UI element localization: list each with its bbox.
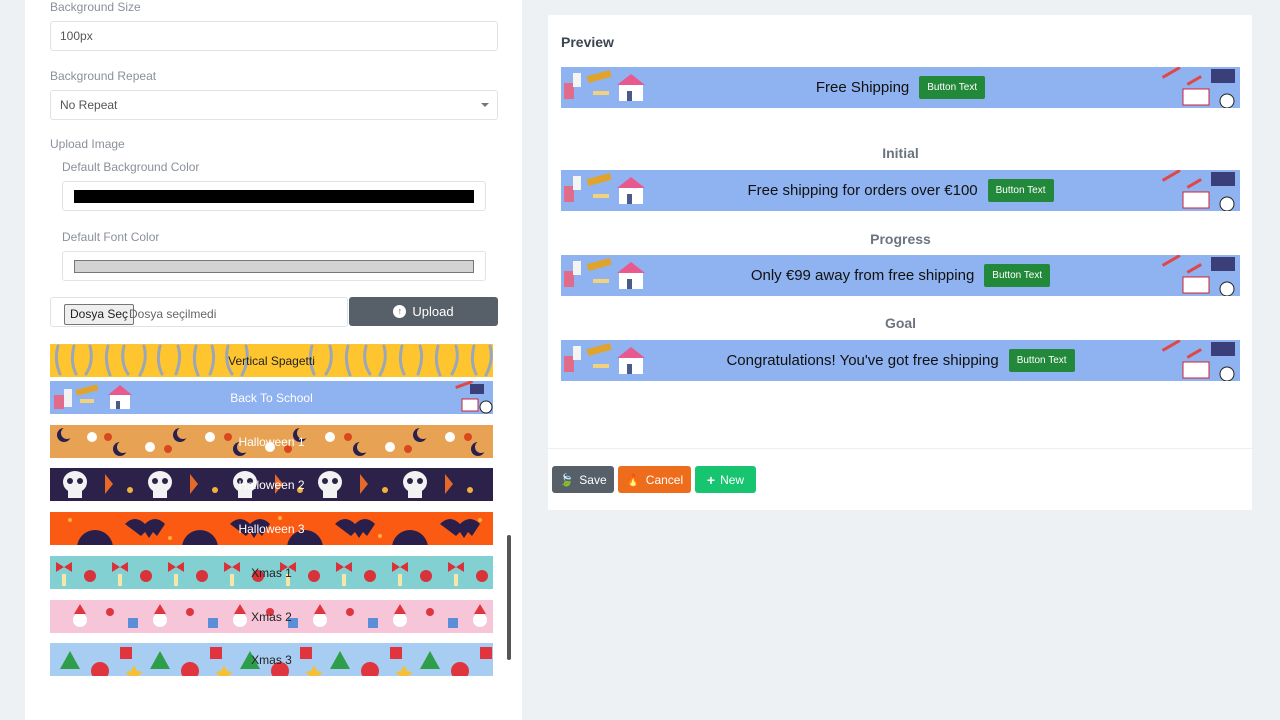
background-size-label: Background Size <box>50 0 141 14</box>
save-button[interactable]: 🍃 Save <box>552 466 614 493</box>
background-option-label: Xmas 3 <box>251 652 292 667</box>
default-bg-color-picker[interactable] <box>62 181 486 211</box>
background-option-halloween-3[interactable]: Halloween 3 <box>50 512 493 545</box>
banner-message: Free shipping for orders over €100 <box>747 182 978 199</box>
background-option-vertical-spagetti[interactable]: Vertical Spagetti <box>50 344 493 377</box>
preview-banner-progress: Only €99 away from free shipping Button … <box>561 255 1240 296</box>
initial-label: Initial <box>882 145 919 161</box>
preview-panel: Preview Free Shipping Button Text Initia… <box>548 15 1252 510</box>
upload-button[interactable]: ↑ Upload <box>349 297 498 326</box>
banner-message: Only €99 away from free shipping <box>750 267 975 284</box>
background-option-label: Vertical Spagetti <box>228 353 315 368</box>
banner-message: Free Shipping <box>815 79 910 96</box>
background-option-label: Xmas 1 <box>251 565 292 580</box>
default-font-color-swatch <box>74 260 474 273</box>
background-repeat-select[interactable]: No Repeat <box>50 90 498 120</box>
banner-content: Free shipping for orders over €100 Butto… <box>561 170 1240 211</box>
banner-button[interactable]: Button Text <box>919 76 986 99</box>
background-repeat-value: No Repeat <box>60 98 118 112</box>
file-input: Dosya Seç Dosya seçilmedi <box>50 297 348 327</box>
banner-button[interactable]: Button Text <box>984 264 1051 287</box>
background-option-halloween-1[interactable]: Halloween 1 <box>50 425 493 458</box>
file-status: Dosya seçilmedi <box>129 307 217 321</box>
background-option-label: Back To School <box>230 390 313 405</box>
divider <box>548 448 1252 449</box>
preview-banner-goal: Congratulations! You've got free shippin… <box>561 340 1240 381</box>
background-repeat-label: Background Repeat <box>50 69 157 83</box>
banner-button[interactable]: Button Text <box>1008 349 1075 372</box>
upload-icon: ↑ <box>393 305 407 318</box>
background-option-halloween-2[interactable]: Halloween 2 <box>50 468 493 501</box>
goal-label: Goal <box>884 315 917 331</box>
background-option-label: Halloween 1 <box>238 434 305 449</box>
banner-button[interactable]: Button Text <box>987 179 1054 202</box>
background-option-label: Halloween 3 <box>238 521 305 536</box>
preview-title: Preview <box>561 34 614 50</box>
progress-label: Progress <box>870 231 931 247</box>
default-font-color-picker[interactable] <box>62 251 486 281</box>
default-font-color-label: Default Font Color <box>62 230 160 244</box>
plus-icon: + <box>706 471 716 488</box>
chevron-down-icon <box>481 103 489 107</box>
new-button-label: New <box>720 472 745 487</box>
banner-content: Congratulations! You've got free shippin… <box>561 340 1240 381</box>
background-option-xmas-1[interactable]: Xmas 1 <box>50 556 493 589</box>
banner-message: Congratulations! You've got free shippin… <box>726 352 999 369</box>
background-option-label: Xmas 2 <box>251 609 292 624</box>
choose-file-button[interactable]: Dosya Seç <box>64 304 135 325</box>
default-bg-color-swatch <box>74 190 474 203</box>
upload-button-label: Upload <box>412 304 454 319</box>
background-option-xmas-2[interactable]: Xmas 2 <box>50 600 493 633</box>
new-button[interactable]: + New <box>695 466 756 493</box>
preview-banner-initial: Free shipping for orders over €100 Butto… <box>561 170 1240 211</box>
list-scrollbar[interactable] <box>507 535 511 660</box>
background-option-label: Halloween 2 <box>238 477 305 492</box>
leaf-icon: 🍃 <box>559 472 575 487</box>
banner-content: Free Shipping Button Text <box>561 67 1240 108</box>
background-size-input[interactable]: 100px <box>50 21 498 51</box>
fire-icon: 🔥 <box>625 472 641 487</box>
settings-panel: Background Size 100px Background Repeat … <box>25 0 522 720</box>
cancel-button-label: Cancel <box>645 472 684 487</box>
background-option-xmas-3[interactable]: Xmas 3 <box>50 643 493 676</box>
preview-banner-main: Free Shipping Button Text <box>561 67 1240 108</box>
upload-image-label: Upload Image <box>50 137 125 151</box>
background-option-back-to-school[interactable]: Back To School <box>50 381 493 414</box>
cancel-button[interactable]: 🔥 Cancel <box>618 466 691 493</box>
banner-content: Only €99 away from free shipping Button … <box>561 255 1240 296</box>
default-bg-color-label: Default Background Color <box>62 160 200 174</box>
save-button-label: Save <box>579 472 607 487</box>
